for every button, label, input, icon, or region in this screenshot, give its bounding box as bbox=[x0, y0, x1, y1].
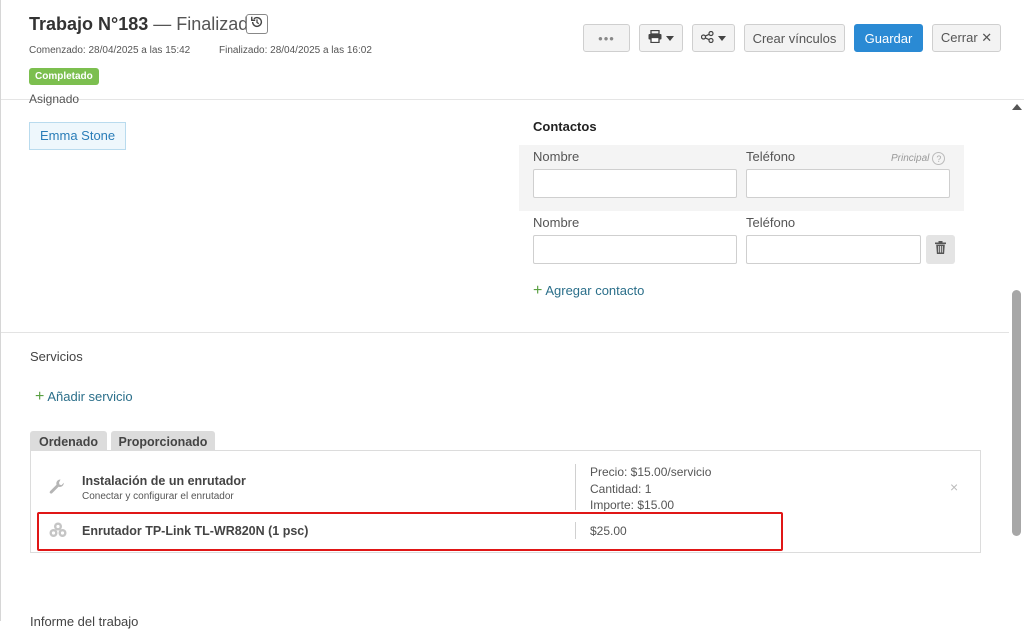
add-service-label: Añadir servicio bbox=[47, 389, 133, 404]
plus-icon: + bbox=[533, 281, 543, 299]
contact-name-field[interactable] bbox=[533, 169, 737, 198]
add-contact-label: Agregar contacto bbox=[545, 283, 645, 298]
service-price: Precio: $15.00/servicio bbox=[590, 465, 712, 479]
service-description: Conectar y configurar el enrutador bbox=[82, 491, 234, 502]
assigned-label: Asignado bbox=[29, 92, 80, 106]
service-name: Instalación de un enrutador bbox=[82, 474, 246, 488]
services-title: Servicios bbox=[30, 349, 83, 364]
remove-service-button[interactable]: × bbox=[950, 479, 958, 495]
title-separator: — bbox=[153, 14, 172, 34]
history-button[interactable] bbox=[246, 14, 268, 34]
contact-name-field[interactable] bbox=[533, 235, 737, 264]
highlight-box bbox=[37, 512, 783, 551]
close-button[interactable]: Cerrar ✕ bbox=[932, 24, 1001, 52]
assignee-chip[interactable]: Emma Stone bbox=[29, 122, 127, 150]
contact-phone-label: Teléfono bbox=[746, 149, 796, 164]
status-badge: Completado bbox=[29, 68, 99, 85]
scroll-up-arrow-icon[interactable] bbox=[1012, 104, 1022, 110]
service-amount: Importe: $15.00 bbox=[590, 498, 675, 511]
contact-name-label: Nombre bbox=[533, 215, 580, 230]
job-report-title: Informe del trabajo bbox=[30, 614, 139, 629]
contact-phone-field[interactable] bbox=[746, 235, 921, 264]
column-divider bbox=[575, 464, 576, 510]
job-number: Trabajo N°183 bbox=[29, 14, 149, 34]
trash-icon bbox=[935, 240, 946, 259]
page-title: Trabajo N°183 — Finalizado bbox=[29, 14, 258, 35]
contact-phone-field[interactable] bbox=[746, 169, 950, 198]
started-at: Comenzado: 28/04/2025 a las 15:42 bbox=[29, 45, 191, 56]
chevron-down-icon bbox=[666, 35, 674, 41]
wrench-icon bbox=[48, 478, 66, 501]
print-button[interactable] bbox=[639, 24, 683, 52]
history-icon bbox=[250, 15, 264, 34]
service-quantity: Cantidad: 1 bbox=[590, 482, 652, 496]
plus-icon: + bbox=[35, 387, 45, 405]
more-button[interactable]: ••• bbox=[583, 24, 630, 52]
principal-label: Principal bbox=[891, 153, 930, 164]
scrollbar-thumb[interactable] bbox=[1012, 290, 1021, 536]
delete-contact-button[interactable] bbox=[926, 235, 955, 264]
add-service-link[interactable]: + Añadir servicio bbox=[35, 387, 133, 405]
job-header: Trabajo N°183 — Finalizado Comenzado: 28… bbox=[1, 0, 1024, 100]
principal-indicator: Principal ? bbox=[891, 152, 946, 165]
section-divider bbox=[1, 332, 1009, 333]
job-window: Trabajo N°183 — Finalizado Comenzado: 28… bbox=[0, 0, 1024, 629]
create-links-button[interactable]: Crear vínculos bbox=[744, 24, 845, 52]
contact-name-label: Nombre bbox=[533, 149, 580, 164]
contacts-title: Contactos bbox=[533, 119, 597, 134]
help-icon[interactable]: ? bbox=[932, 152, 946, 165]
printer-icon bbox=[648, 29, 662, 46]
finished-at: Finalizado: 28/04/2025 a las 16:02 bbox=[219, 45, 372, 56]
share-icon bbox=[700, 30, 714, 46]
contact-phone-label: Teléfono bbox=[746, 215, 796, 230]
save-button[interactable]: Guardar bbox=[854, 24, 923, 52]
chevron-down-icon bbox=[718, 35, 726, 41]
add-contact-link[interactable]: + Agregar contacto bbox=[533, 281, 645, 299]
share-button[interactable] bbox=[692, 24, 735, 52]
